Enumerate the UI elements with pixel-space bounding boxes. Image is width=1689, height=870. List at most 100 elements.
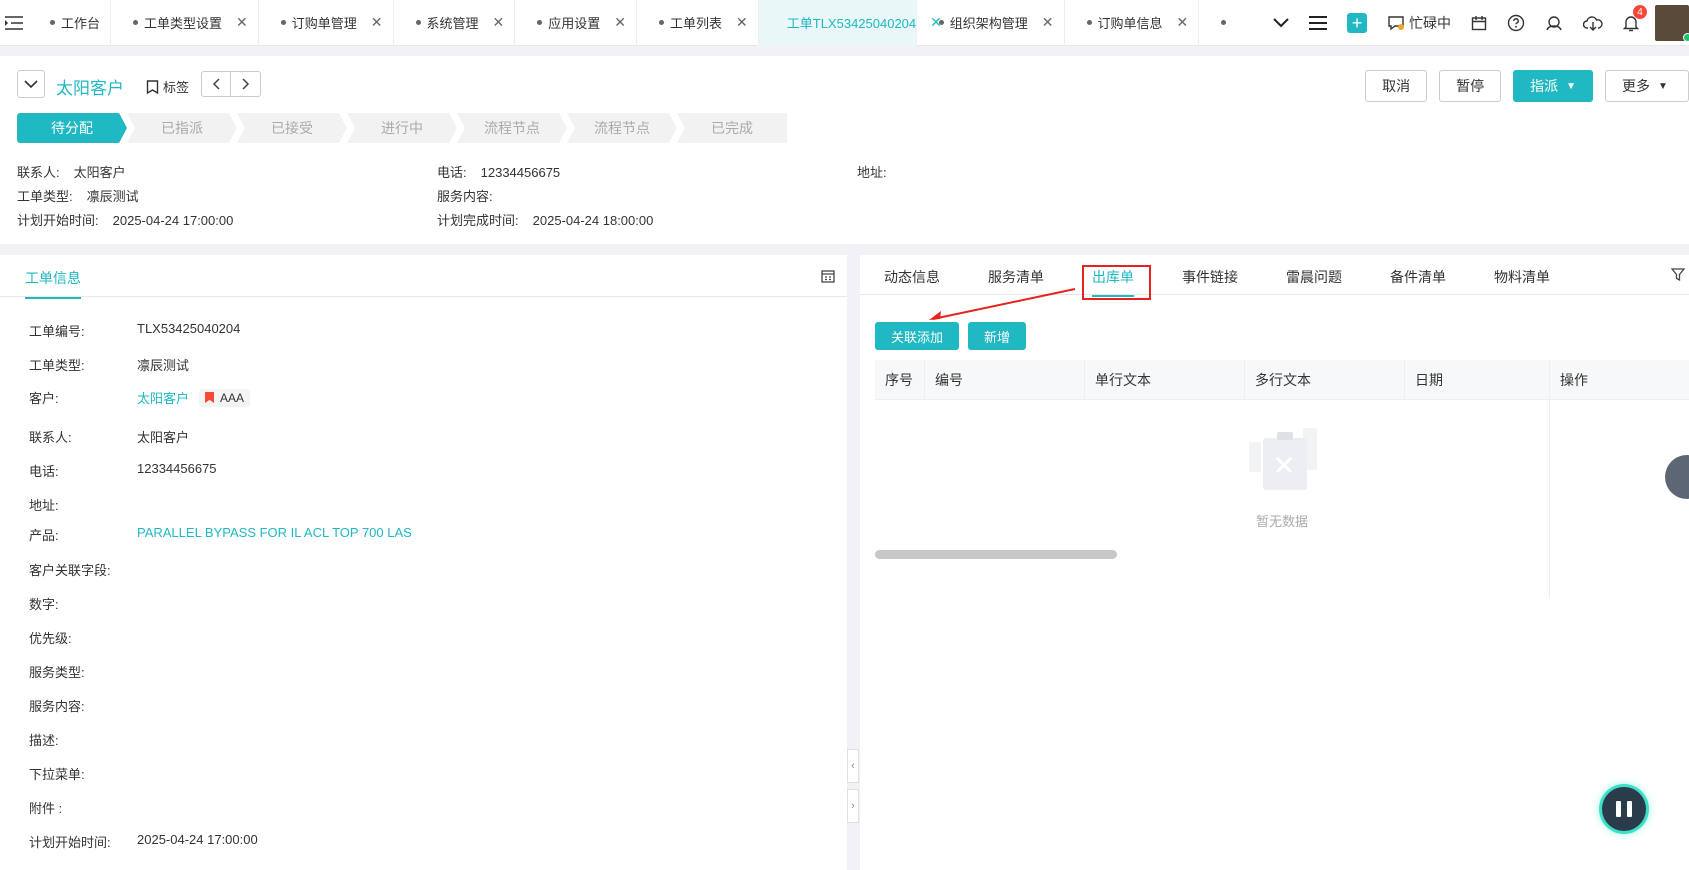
field-customer: 客户: 太阳客户 AAA bbox=[29, 388, 251, 407]
pause-button[interactable]: 暂停 bbox=[1439, 70, 1502, 102]
close-icon[interactable]: ✕ bbox=[614, 14, 626, 31]
status-toggle[interactable]: 忙碌中 bbox=[1387, 13, 1451, 33]
field-attachment: 附件 : bbox=[29, 798, 137, 817]
close-icon[interactable]: ✕ bbox=[1042, 14, 1054, 31]
header-address: 地址: bbox=[857, 162, 887, 181]
add-button[interactable]: + bbox=[1347, 13, 1367, 33]
customer-link[interactable]: 太阳客户 bbox=[137, 388, 189, 407]
chevron-down-icon: ▼ bbox=[1566, 80, 1576, 92]
link-add-button[interactable]: 关联添加 bbox=[875, 322, 960, 350]
tab-label: 工单类型设置 bbox=[144, 16, 223, 31]
column-header: 序号 bbox=[875, 359, 925, 400]
tab-label: 组织架构管理 bbox=[949, 16, 1028, 31]
column-header: 日期 bbox=[1405, 359, 1550, 400]
customer-title[interactable]: 太阳客户 bbox=[56, 74, 124, 99]
table-header: 序号 编号 单行文本 多行文本 日期 操作 bbox=[875, 359, 1689, 400]
field-label: 地址: bbox=[29, 498, 59, 513]
assign-button[interactable]: 指派 ▼ bbox=[1513, 70, 1593, 102]
tab-overflow[interactable] bbox=[1199, 0, 1238, 46]
close-icon[interactable]: ✕ bbox=[371, 14, 383, 31]
tab-issue[interactable]: 雷晨问题 bbox=[1286, 267, 1342, 287]
chevron-right-icon bbox=[241, 78, 249, 90]
tag-button[interactable]: 标签 bbox=[146, 77, 189, 96]
tab-event-link[interactable]: 事件链接 bbox=[1182, 267, 1238, 287]
help-icon[interactable] bbox=[1507, 14, 1525, 32]
field-address: 地址: bbox=[29, 495, 137, 514]
collapse-left-handle[interactable]: ‹ bbox=[847, 749, 859, 783]
assign-label: 指派 bbox=[1530, 78, 1559, 94]
status-label: 忙碌中 bbox=[1409, 15, 1451, 31]
next-record-button[interactable] bbox=[231, 71, 261, 97]
bookmark-icon bbox=[146, 79, 159, 94]
tab-materials[interactable]: 物料清单 bbox=[1494, 267, 1550, 287]
cloud-download-icon[interactable] bbox=[1583, 15, 1603, 31]
field-label: 下拉菜单: bbox=[29, 767, 85, 782]
close-icon[interactable]: ✕ bbox=[236, 14, 248, 31]
tab-workbench[interactable]: 工作台 bbox=[28, 0, 112, 46]
type-value: 凛辰测试 bbox=[86, 189, 139, 204]
field-label: 工单编号: bbox=[29, 324, 85, 339]
add-new-button[interactable]: 新增 bbox=[968, 322, 1027, 350]
calendar-icon[interactable] bbox=[1471, 15, 1487, 31]
field-label: 附件 : bbox=[29, 801, 63, 816]
field-number: 数字: bbox=[29, 594, 137, 613]
chevron-down-icon[interactable] bbox=[1273, 18, 1289, 28]
step-item: 流程节点 bbox=[457, 113, 567, 143]
progress-steps: 待分配 已指派 已接受 进行中 流程节点 流程节点 已完成 bbox=[17, 113, 787, 143]
tab-order-detail[interactable]: 工单TLX53425040204 ✕ bbox=[758, 0, 942, 46]
field-value: 12334456675 bbox=[137, 461, 217, 476]
service-icon[interactable] bbox=[1545, 14, 1563, 32]
service-label: 服务内容: bbox=[437, 189, 493, 204]
tab-system-mgmt[interactable]: 系统管理 ✕ bbox=[394, 0, 516, 46]
bell-icon[interactable]: 4 bbox=[1623, 5, 1647, 32]
tab-activity[interactable]: 动态信息 bbox=[884, 267, 940, 287]
cancel-button[interactable]: 取消 bbox=[1365, 70, 1428, 102]
tab-order-list[interactable]: 工单列表 ✕ bbox=[637, 0, 759, 46]
product-link[interactable]: PARALLEL BYPASS FOR IL ACL TOP 700 LAS bbox=[137, 525, 412, 544]
customer-level-tag: AAA bbox=[199, 388, 251, 407]
tab-org-structure[interactable]: 组织架构管理 ✕ bbox=[917, 0, 1065, 46]
record-nav bbox=[201, 71, 261, 97]
menu-collapse-icon[interactable] bbox=[0, 0, 28, 46]
column-header: 单行文本 bbox=[1085, 359, 1245, 400]
filter-icon[interactable] bbox=[1670, 268, 1686, 284]
step-item: 已指派 bbox=[127, 113, 237, 143]
online-status-dot bbox=[1683, 33, 1689, 42]
header-plan-end: 计划完成时间: 2025-04-24 18:00:00 bbox=[437, 210, 653, 229]
tab-purchase-order-mgmt[interactable]: 订购单管理 ✕ bbox=[259, 0, 394, 46]
outbound-table: 序号 编号 单行文本 多行文本 日期 操作 暂无数据 bbox=[875, 359, 1689, 598]
close-icon[interactable]: ✕ bbox=[1177, 14, 1189, 31]
collapse-right-handle[interactable]: › bbox=[847, 789, 859, 823]
horizontal-scrollbar[interactable] bbox=[875, 550, 1117, 559]
more-button[interactable]: 更多 ▼ bbox=[1605, 70, 1689, 102]
tab-spare-parts[interactable]: 备件清单 bbox=[1390, 267, 1446, 287]
empty-state: 暂无数据 bbox=[875, 400, 1689, 598]
prev-record-button[interactable] bbox=[201, 71, 231, 97]
pause-recording-button[interactable] bbox=[1602, 787, 1646, 831]
header-actions: 取消 暂停 指派 ▼ 更多 ▼ bbox=[1353, 70, 1689, 102]
collapse-button[interactable] bbox=[17, 70, 45, 98]
field-plan-start: 计划开始时间: 2025-04-24 17:00:00 bbox=[29, 832, 258, 851]
tab-service-list[interactable]: 服务清单 bbox=[988, 267, 1044, 287]
chevron-left-icon: ‹ bbox=[851, 760, 855, 772]
hamburger-menu-icon[interactable] bbox=[1309, 16, 1327, 30]
chevron-down-icon: ▼ bbox=[1658, 80, 1668, 92]
field-label: 产品: bbox=[29, 528, 59, 543]
empty-box-icon bbox=[1245, 422, 1325, 497]
tab-purchase-order-info[interactable]: 订购单信息 ✕ bbox=[1065, 0, 1200, 46]
tab-app-settings[interactable]: 应用设置 ✕ bbox=[515, 0, 638, 46]
field-value: 太阳客户 bbox=[137, 430, 190, 445]
calendar-icon[interactable] bbox=[821, 269, 835, 286]
tab-order-type-settings[interactable]: 工单类型设置 ✕ bbox=[111, 0, 259, 46]
close-icon[interactable]: ✕ bbox=[493, 14, 505, 31]
tab-label: 应用设置 bbox=[548, 16, 601, 31]
tab-order-info[interactable]: 工单信息 bbox=[25, 268, 81, 299]
step-item: 已完成 bbox=[677, 113, 787, 143]
top-tab-bar: 工作台 工单类型设置 ✕ 订购单管理 ✕ 系统管理 ✕ 应用设置 ✕ 工单列表 ✕ 工单T… bbox=[0, 0, 1689, 46]
contact-label: 联系人: bbox=[17, 165, 60, 180]
avatar[interactable] bbox=[1655, 5, 1689, 42]
step-item: 已接受 bbox=[237, 113, 347, 143]
close-icon[interactable]: ✕ bbox=[736, 14, 748, 31]
page-tabs: 工作台 工单类型设置 ✕ 订购单管理 ✕ 系统管理 ✕ 应用设置 ✕ 工单列表 ✕ 工单T… bbox=[28, 0, 1238, 46]
order-info-panel: 工单信息 工单编号: TLX53425040204 工单类型: 凛辰测试 客户: 太… bbox=[0, 255, 847, 870]
